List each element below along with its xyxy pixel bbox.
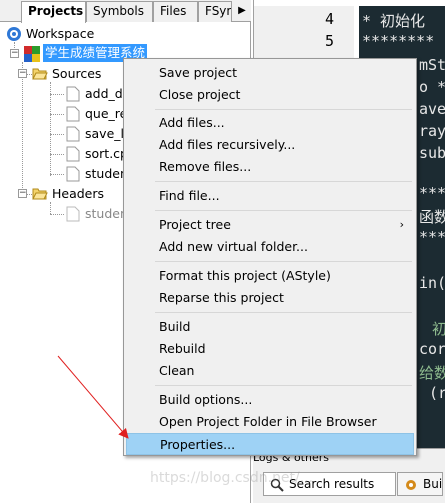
watermark: https://blog.csdn.net/... <box>150 470 314 486</box>
annotation-arrow-icon <box>57 355 129 439</box>
